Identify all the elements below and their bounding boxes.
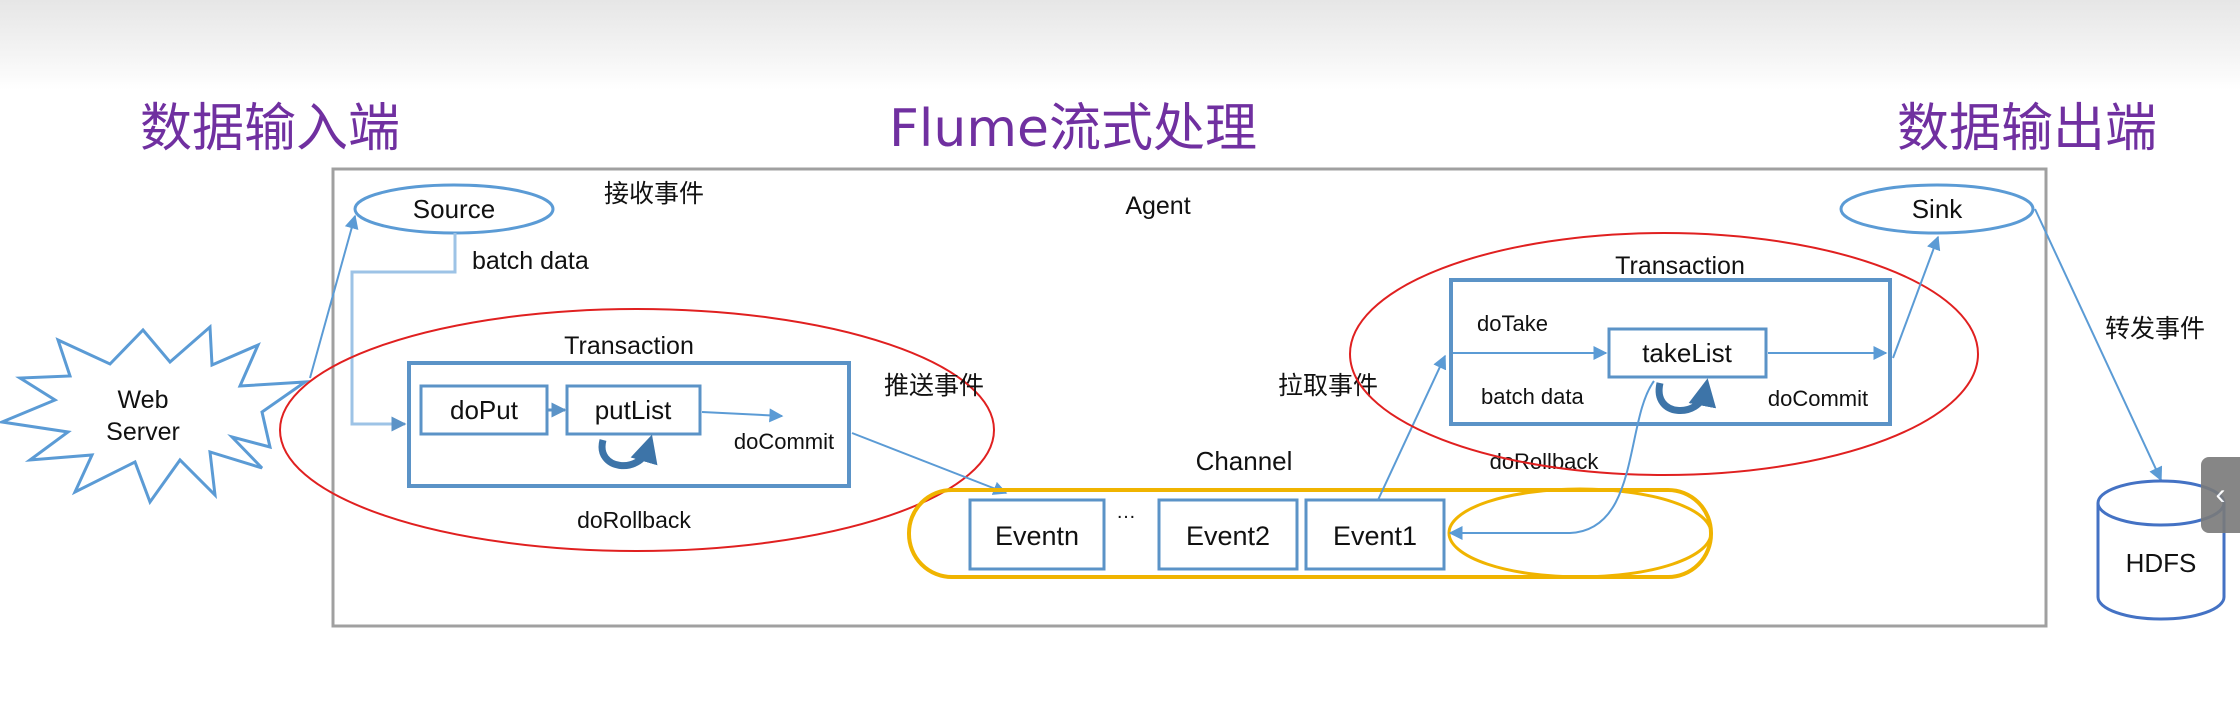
event-label-n: Eventn bbox=[995, 521, 1079, 551]
take-transaction: Transaction doTake takeList batch data d… bbox=[1449, 252, 1892, 474]
takelist-loop-icon bbox=[1655, 378, 1717, 414]
takelist-label: takeList bbox=[1642, 338, 1732, 368]
take-batch-data-label: batch data bbox=[1481, 384, 1585, 409]
side-panel-toggle[interactable]: ‹ bbox=[2201, 457, 2240, 533]
push-event-label: 推送事件 bbox=[884, 372, 984, 400]
sink-to-hdfs-arrow bbox=[2034, 208, 2163, 482]
put-docommit-label: doCommit bbox=[734, 429, 834, 454]
pull-event-label: 拉取事件 bbox=[1278, 372, 1378, 400]
dotake-label: doTake bbox=[1477, 311, 1548, 336]
web-server-label-line2: Server bbox=[106, 418, 180, 446]
take-transaction-title: Transaction bbox=[1615, 252, 1745, 280]
put-transaction: Transaction doPut putList doCommit doRol… bbox=[407, 332, 851, 533]
channel-label: Channel bbox=[1196, 446, 1293, 476]
agent-label: Agent bbox=[1125, 192, 1190, 220]
sink-label: Sink bbox=[1912, 194, 1964, 224]
source-batch-data-label: batch data bbox=[472, 247, 589, 275]
commit-to-sink-arrow bbox=[1892, 235, 1941, 359]
putlist-label: putList bbox=[595, 395, 672, 425]
put-transaction-title: Transaction bbox=[564, 332, 694, 360]
sink-node: Sink bbox=[1839, 183, 2035, 235]
forward-event-label: 转发事件 bbox=[2105, 315, 2205, 343]
source-node: Source bbox=[353, 183, 555, 235]
take-docommit-label: doCommit bbox=[1768, 386, 1868, 411]
receive-event-label: 接收事件 bbox=[604, 180, 704, 208]
event1-to-take-arrow bbox=[1377, 354, 1447, 501]
event-label-1: Event1 bbox=[1333, 521, 1417, 551]
hdfs-label: HDFS bbox=[2126, 548, 2197, 578]
starburst-icon bbox=[0, 323, 311, 506]
events-ellipsis: … bbox=[1116, 501, 1136, 523]
put-dorollback-label: doRollback bbox=[577, 507, 691, 533]
putlist-loop-icon bbox=[598, 434, 658, 470]
chevron-left-icon: ‹ bbox=[2215, 478, 2226, 511]
source-label: Source bbox=[413, 194, 495, 224]
event-label-2: Event2 bbox=[1186, 521, 1270, 551]
web-server-label-line1: Web bbox=[118, 386, 169, 414]
doput-label: doPut bbox=[450, 395, 519, 425]
web-server-node: Web Server bbox=[0, 323, 311, 506]
commit-to-channel-arrow bbox=[851, 432, 1008, 495]
flume-diagram: Agent Web Server Source 接收事件 batch data … bbox=[0, 167, 2226, 628]
putlist-commit-arrow bbox=[701, 408, 784, 423]
